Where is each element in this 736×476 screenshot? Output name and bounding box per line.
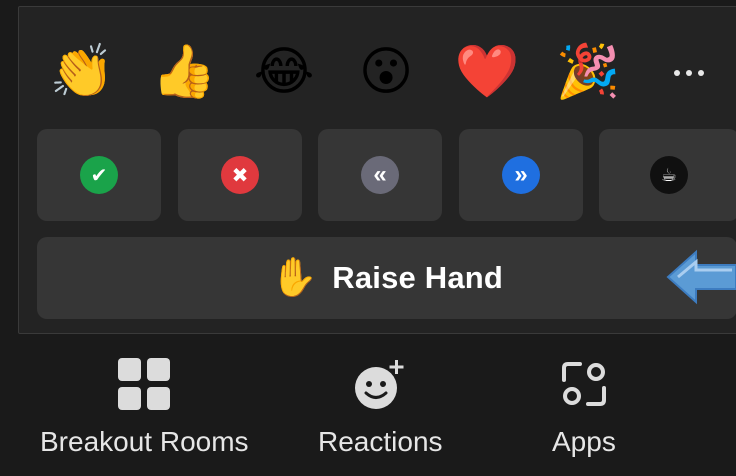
open-mouth-face-icon[interactable]: 😮 — [351, 37, 421, 107]
emoji-reaction-row: 👏 👍 😂 😮 ❤️ 🎉 — [19, 37, 736, 107]
ellipsis-dot — [686, 70, 692, 76]
reactions-panel: 👏 👍 😂 😮 ❤️ 🎉 ✔ ✖ « » ☕ ✋ Raise Hand — [18, 6, 736, 334]
ellipsis-dot — [698, 70, 704, 76]
breakout-rooms-grid-icon — [118, 358, 171, 410]
coffee-cup-icon: ☕ — [650, 156, 688, 194]
ellipsis-dot — [674, 70, 680, 76]
thumbs-up-icon[interactable]: 👍 — [149, 37, 219, 107]
apps-button[interactable]: Apps — [552, 358, 616, 458]
red-x-icon: ✖ — [221, 156, 259, 194]
reactions-button[interactable]: Reactions — [318, 358, 443, 458]
smiley-plus-icon — [355, 360, 404, 409]
pointer-arrow-icon — [666, 249, 736, 305]
yes-button[interactable]: ✔ — [37, 129, 161, 221]
no-button[interactable]: ✖ — [178, 129, 302, 221]
coffee-break-button[interactable]: ☕ — [599, 129, 736, 221]
green-check-icon: ✔ — [80, 156, 118, 194]
meeting-toolbar: Breakout Rooms Reactions Apps — [0, 340, 736, 476]
apps-icon — [561, 362, 606, 406]
breakout-rooms-button[interactable]: Breakout Rooms — [40, 358, 249, 458]
fast-forward-icon: » — [502, 156, 540, 194]
raised-hand-icon: ✋ — [270, 257, 319, 299]
nonverbal-feedback-row: ✔ ✖ « » ☕ — [37, 129, 736, 221]
red-heart-icon[interactable]: ❤️ — [452, 37, 522, 107]
rewind-icon: « — [361, 156, 399, 194]
raise-hand-button[interactable]: ✋ Raise Hand — [37, 237, 736, 319]
clapping-hands-icon[interactable]: 👏 — [47, 37, 117, 107]
reactions-label: Reactions — [318, 426, 443, 457]
slow-down-button[interactable]: « — [318, 129, 442, 221]
breakout-rooms-label: Breakout Rooms — [40, 426, 249, 457]
party-popper-icon[interactable]: 🎉 — [553, 37, 623, 107]
speed-up-button[interactable]: » — [459, 129, 583, 221]
apps-label: Apps — [552, 426, 616, 457]
raise-hand-label: Raise Hand — [332, 260, 504, 295]
more-reactions-ellipsis-icon[interactable] — [664, 53, 714, 93]
tears-of-joy-icon[interactable]: 😂 — [249, 37, 319, 107]
